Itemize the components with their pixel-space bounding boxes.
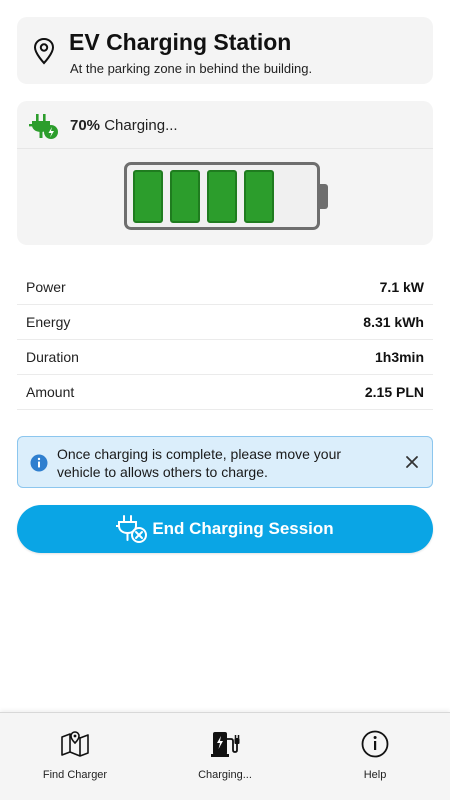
battery-terminal [319, 184, 328, 209]
close-icon[interactable] [405, 455, 419, 469]
charge-status-text: 70% Charging... [70, 117, 178, 134]
charging-station-icon [211, 732, 240, 757]
detail-row: Amount 2.15 PLN [17, 375, 433, 410]
nav-find-charger[interactable]: Find Charger [0, 713, 150, 800]
nav-charging-label: Charging... [198, 769, 252, 781]
session-details: Power 7.1 kW Energy 8.31 kWh Duration 1h3min A… [17, 270, 433, 410]
detail-label: Power [26, 279, 66, 295]
detail-value: 8.31 kWh [363, 314, 424, 330]
detail-row: Energy 8.31 kWh [17, 305, 433, 340]
battery-cell [170, 170, 200, 223]
plug-charging-icon [29, 114, 58, 139]
location-pin-icon [33, 37, 55, 65]
battery-status-card: 70% Charging... [17, 101, 433, 245]
detail-row: Duration 1h3min [17, 340, 433, 375]
station-title: EV Charging Station [69, 29, 292, 55]
charge-status-label: Charging... [104, 117, 178, 134]
unplug-icon [116, 515, 148, 543]
battery-cell [133, 170, 163, 223]
info-circle-icon [361, 730, 389, 758]
nav-charging[interactable]: Charging... [150, 713, 300, 800]
nav-help-label: Help [363, 769, 387, 781]
battery-gauge [124, 162, 320, 230]
detail-label: Energy [26, 314, 71, 330]
station-subtitle: At the parking zone in behind the buildi… [70, 61, 313, 76]
alert-message: Once charging is complete, please move y… [57, 446, 342, 480]
detail-value: 1h3min [374, 349, 424, 365]
battery-cell [207, 170, 237, 223]
charging-status-header: 70% Charging... [17, 101, 433, 149]
end-charging-session-button[interactable]: End Charging Session [17, 505, 433, 553]
nav-help[interactable]: Help [300, 713, 450, 800]
battery-cell [244, 170, 274, 223]
nav-find-charger-label: Find Charger [42, 769, 108, 781]
end-button-label: End Charging Session [152, 519, 334, 538]
station-card: EV Charging Station At the parking zone … [17, 17, 433, 84]
detail-label: Duration [26, 349, 79, 365]
info-icon [30, 454, 48, 472]
detail-row: Power 7.1 kW [17, 270, 433, 305]
info-alert: Once charging is complete, please move y… [17, 436, 433, 488]
detail-label: Amount [26, 384, 75, 400]
bottom-nav: Find Charger Charging... Help [0, 712, 450, 800]
detail-value: 2.15 PLN [364, 384, 424, 400]
detail-value: 7.1 kW [379, 279, 424, 295]
map-icon [61, 731, 89, 757]
charge-percent: 70% [70, 117, 101, 134]
